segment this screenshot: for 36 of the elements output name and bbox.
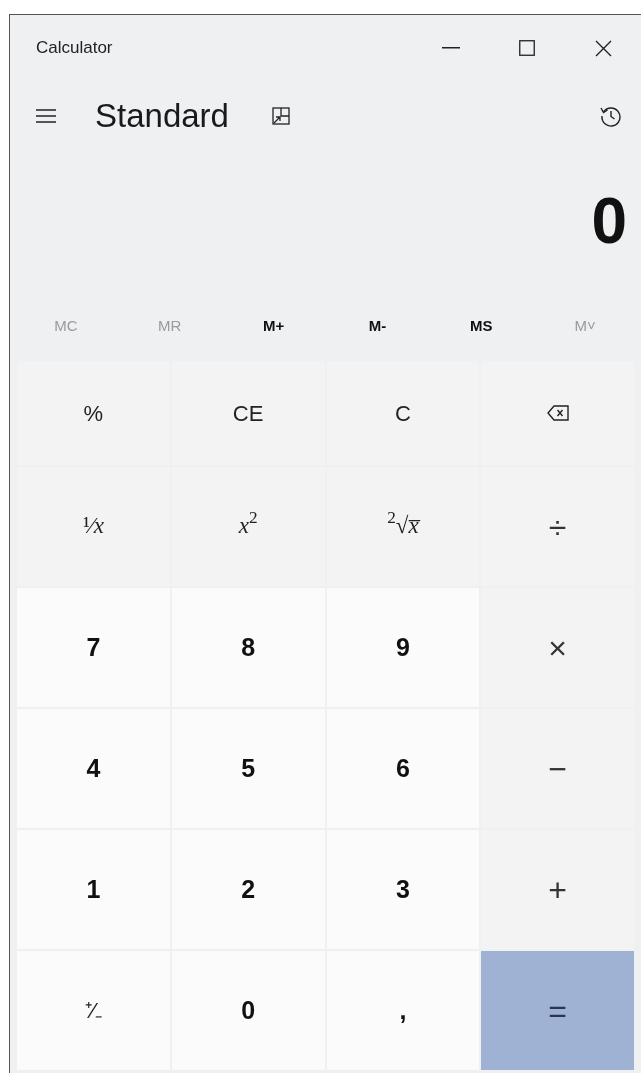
function-key[interactable]: x$^{2}$ bbox=[171, 467, 325, 586]
operator-key[interactable]: − bbox=[481, 709, 634, 828]
digit-key[interactable]: 8 bbox=[171, 588, 325, 707]
digit-key[interactable]: , bbox=[326, 951, 480, 1070]
memory-button[interactable]: M- bbox=[325, 304, 430, 348]
memory-button[interactable]: MS bbox=[429, 304, 534, 348]
equals-key[interactable]: = bbox=[481, 951, 634, 1070]
function-key[interactable]: ¹⁄x bbox=[17, 467, 170, 586]
operator-key[interactable]: × bbox=[481, 588, 634, 707]
memory-button[interactable]: M+ bbox=[221, 304, 326, 348]
digit-key[interactable]: 3 bbox=[326, 830, 480, 949]
digit-key[interactable]: 9 bbox=[326, 588, 480, 707]
digit-key[interactable]: 2 bbox=[171, 830, 325, 949]
operator-key[interactable]: + bbox=[481, 830, 634, 949]
digit-key[interactable]: 7 bbox=[17, 588, 170, 707]
digit-key[interactable]: 6 bbox=[326, 709, 480, 828]
menu-icon bbox=[36, 108, 56, 124]
function-key[interactable]: C bbox=[326, 361, 480, 465]
backspace-icon bbox=[546, 405, 569, 421]
history-icon bbox=[600, 105, 622, 127]
minimize-icon bbox=[442, 47, 460, 49]
digit-key[interactable]: 4 bbox=[17, 709, 170, 828]
operator-key[interactable]: ÷ bbox=[481, 467, 634, 586]
close-icon bbox=[594, 39, 612, 57]
function-key[interactable]: ⁺⁄₋ bbox=[17, 951, 170, 1070]
window-title: Calculator bbox=[36, 37, 114, 60]
maximize-icon bbox=[519, 40, 535, 56]
mode-title: Standard bbox=[95, 96, 229, 137]
function-key[interactable]: $^{2}$√x̅ bbox=[326, 467, 480, 586]
function-key[interactable]: CE bbox=[171, 361, 325, 465]
keep-on-top-icon bbox=[271, 107, 290, 125]
digit-key[interactable]: 1 bbox=[17, 830, 170, 949]
digit-key[interactable]: 5 bbox=[171, 709, 325, 828]
digit-key[interactable]: 0 bbox=[171, 951, 325, 1070]
result-display: 0 bbox=[591, 189, 627, 253]
function-key[interactable]: % bbox=[17, 361, 170, 465]
